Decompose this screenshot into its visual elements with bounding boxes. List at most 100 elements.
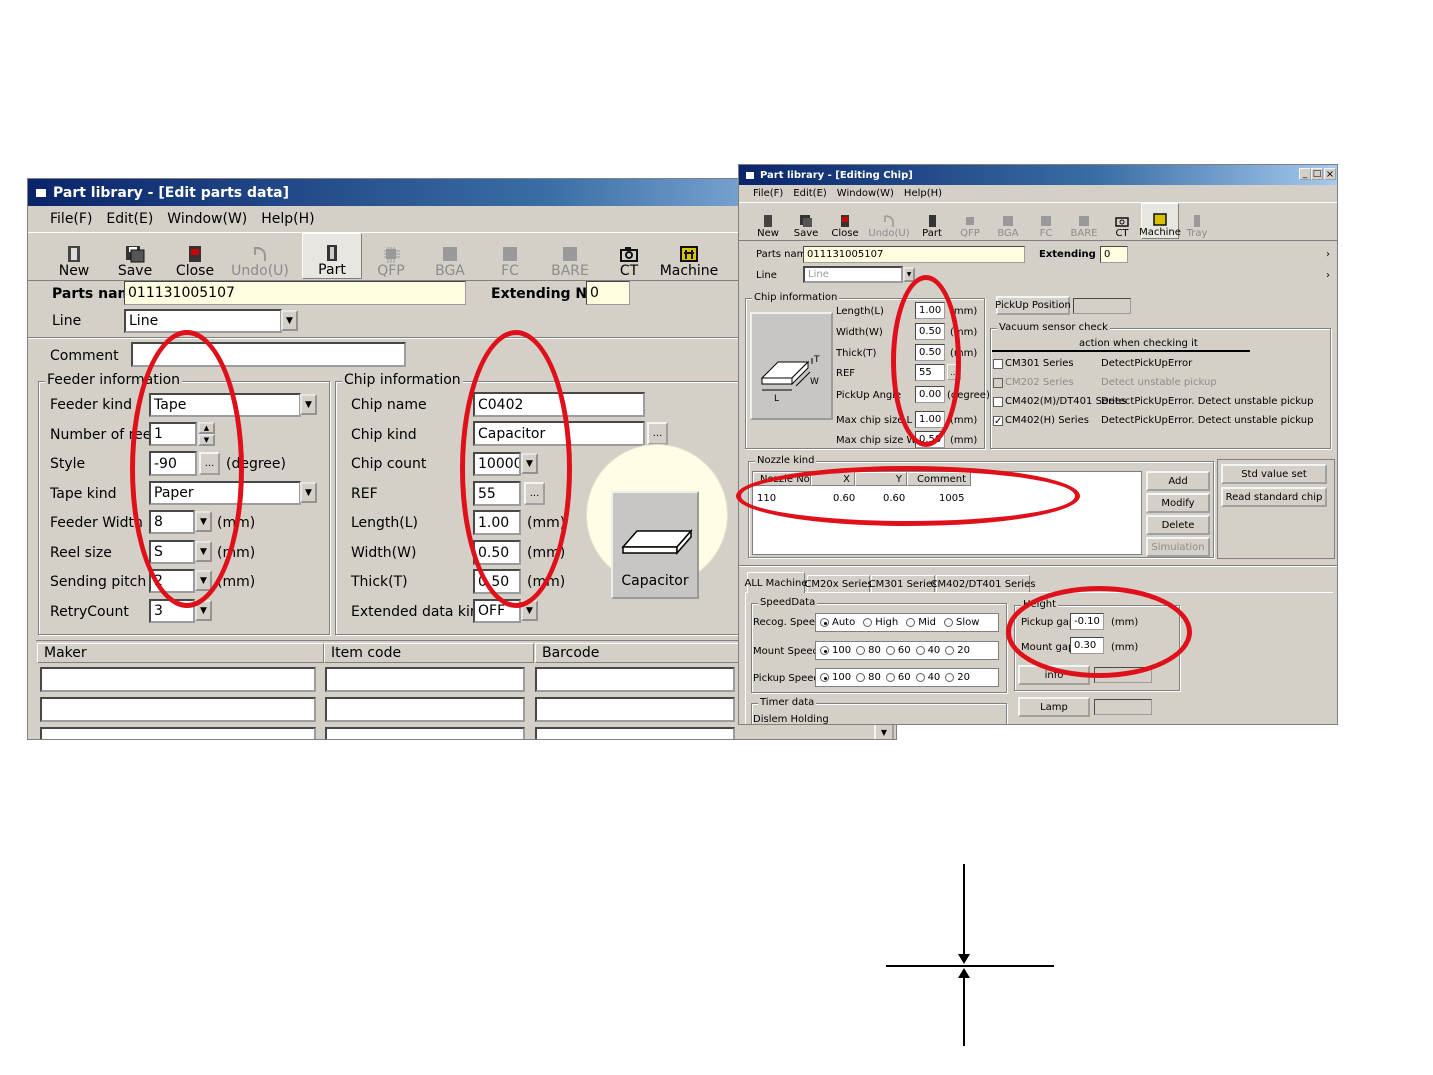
vacuum-row-cm402h[interactable]: ✓ CM402(H) Series DetectPickUpError. Det… (993, 415, 1313, 426)
vacuum-checkbox[interactable] (993, 377, 1003, 388)
extending-no-field[interactable]: 0 (586, 281, 630, 305)
ref-field[interactable]: 55 (473, 481, 521, 506)
feeder-kind-arrow[interactable]: ▼ (300, 394, 317, 415)
style-field[interactable]: -90 (149, 451, 197, 476)
pickup-position-field[interactable] (1073, 298, 1131, 314)
thick-field[interactable]: 0.50 (915, 344, 945, 361)
qfp-button[interactable]: QFP (951, 203, 989, 239)
comment-field[interactable] (131, 342, 406, 367)
radio-high[interactable] (863, 618, 873, 627)
chip-name-field[interactable]: C0402 (473, 392, 645, 417)
vacuum-checkbox-checked[interactable]: ✓ (993, 415, 1003, 426)
reel-spin-up[interactable]: ▲ (198, 422, 215, 434)
radio-100[interactable] (820, 646, 829, 655)
close-button[interactable]: Close (164, 233, 226, 279)
extended-data-kind-select[interactable]: OFF (473, 599, 521, 623)
nozzle-comment-header[interactable]: Comment (907, 472, 971, 486)
feeder-kind-select[interactable]: Tape (149, 393, 301, 417)
pickup-angle-field[interactable]: 0.00 (915, 386, 945, 403)
tab-all-machine[interactable]: ALL Machine (744, 572, 808, 593)
mount-gap-field[interactable]: 0.30 (1070, 637, 1104, 654)
item-code-cell[interactable] (325, 727, 525, 739)
ref-browse-button[interactable]: ... (524, 482, 545, 505)
scroll-down-button[interactable]: ▼ (874, 723, 894, 739)
add-button[interactable]: Add (1146, 471, 1210, 491)
minimize-button[interactable]: _ (1299, 168, 1311, 180)
item-code-cell[interactable] (325, 667, 525, 692)
extending-no-field[interactable]: 0 (1100, 246, 1128, 263)
bga-button[interactable]: BGA (420, 233, 480, 279)
sending-pitch-arrow[interactable]: ▼ (195, 570, 212, 591)
reel-size-select[interactable]: S (149, 540, 195, 564)
fc-button[interactable]: FC (480, 233, 540, 279)
width-field[interactable]: 0.50 (915, 323, 945, 340)
line-select[interactable]: Line (803, 266, 903, 283)
undo-button[interactable]: Undo(U) (226, 233, 294, 279)
chip-kind-field[interactable]: Capacitor (473, 421, 645, 446)
extended-data-kind-arrow[interactable]: ▼ (521, 600, 538, 621)
maker-header[interactable]: Maker (37, 643, 324, 663)
menu-help[interactable]: Help(H) (261, 211, 314, 227)
tray-button[interactable]: Tray (1179, 203, 1215, 239)
vacuum-row-cm202[interactable]: CM202 Series Detect unstable pickup (993, 377, 1217, 388)
barcode-cell[interactable] (535, 697, 735, 722)
sending-pitch-select[interactable]: 2 (149, 569, 195, 593)
ct-button[interactable]: CT (1103, 203, 1141, 239)
nozzle-x-header[interactable]: X (811, 472, 855, 486)
ref-field[interactable]: 55 (915, 364, 945, 381)
save-button[interactable]: Save (787, 203, 825, 239)
line-dropdown-arrow[interactable]: ▼ (903, 267, 915, 282)
radio-20[interactable] (945, 646, 955, 655)
radio-slow[interactable] (943, 618, 953, 627)
parts-name-field[interactable]: 011131005107 (124, 281, 466, 305)
bare-button[interactable]: BARE (540, 233, 600, 279)
lamp-button[interactable]: Lamp (1018, 697, 1090, 717)
length-field[interactable]: 1.00 (473, 510, 521, 535)
fc-button[interactable]: FC (1027, 203, 1065, 239)
ct-button[interactable]: CT (600, 233, 658, 279)
save-button[interactable]: Save (106, 233, 164, 279)
number-of-reel-field[interactable]: 1 (149, 422, 197, 446)
qfp-button[interactable]: QFP (362, 233, 420, 279)
thick-field[interactable]: 0.50 (473, 569, 521, 594)
maker-cell[interactable] (40, 697, 316, 722)
menu-window[interactable]: Window(W) (837, 188, 894, 199)
nozzle-y-header[interactable]: Y (855, 472, 907, 486)
radio-80[interactable] (856, 673, 866, 682)
barcode-header[interactable]: Barcode (535, 643, 745, 663)
part-tab-button[interactable]: Part (913, 203, 951, 239)
barcode-cell[interactable] (535, 727, 735, 739)
menu-window[interactable]: Window(W) (167, 211, 247, 227)
table-row[interactable]: 110 0.60 0.60 1005 (757, 493, 964, 504)
maximize-button[interactable]: □ (1311, 168, 1323, 180)
tape-kind-select[interactable]: Paper (149, 481, 301, 505)
menu-edit[interactable]: Edit(E) (106, 211, 153, 227)
ref-browse-button[interactable]: ... (947, 364, 961, 380)
radio-80[interactable] (856, 646, 866, 655)
chip-kind-browse-button[interactable]: ... (647, 422, 668, 445)
radio-60[interactable] (885, 646, 895, 655)
simulation-button[interactable]: Simulation (1146, 537, 1210, 557)
parts-name-field[interactable]: 011131005107 (803, 246, 1025, 263)
radio-100[interactable] (820, 673, 829, 682)
part-tab-button[interactable]: Part (302, 233, 362, 279)
maker-cell[interactable] (40, 727, 316, 739)
vacuum-checkbox[interactable] (993, 358, 1003, 369)
width-field[interactable]: 0.50 (473, 540, 521, 565)
barcode-cell[interactable] (535, 667, 735, 692)
menu-file[interactable]: File(F) (753, 188, 783, 199)
pickup-gap-field[interactable]: -0.10 (1070, 613, 1104, 630)
length-field[interactable]: 1.00 (915, 302, 945, 319)
chip-count-arrow[interactable]: ▼ (521, 453, 538, 474)
radio-40[interactable] (915, 673, 925, 682)
radio-40[interactable] (915, 646, 925, 655)
machine-button[interactable]: Machine (658, 233, 720, 279)
undo-button[interactable]: Undo(U) (865, 203, 913, 239)
tab-cm402-dt401[interactable]: CM402/DT401 Series (931, 575, 1035, 593)
nozzle-no-header[interactable]: Nozzle No (753, 472, 811, 486)
vacuum-row-cm301[interactable]: CM301 Series DetectPickUpError (993, 358, 1192, 369)
retry-count-select[interactable]: 3 (149, 599, 195, 623)
radio-20[interactable] (945, 673, 955, 682)
bga-button[interactable]: BGA (989, 203, 1027, 239)
feeder-width-arrow[interactable]: ▼ (195, 511, 212, 532)
